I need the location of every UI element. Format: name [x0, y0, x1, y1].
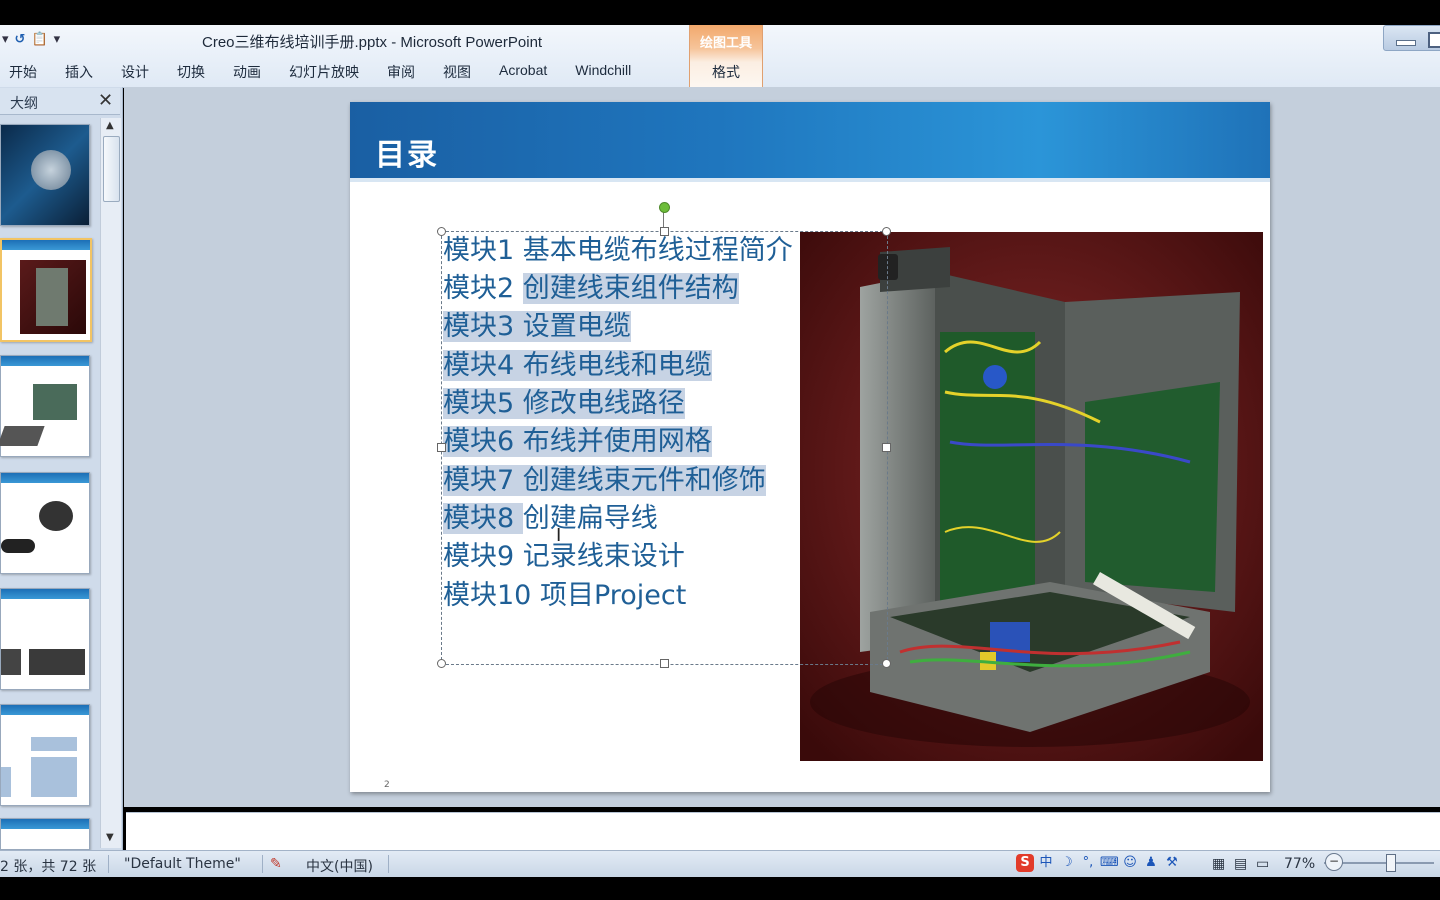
resize-handle-e[interactable]: [882, 443, 891, 452]
rotation-handle[interactable]: [659, 202, 670, 213]
chinese-mode-icon[interactable]: 中: [1037, 854, 1055, 872]
language-indicator[interactable]: 中文(中国): [306, 856, 373, 876]
tab-format[interactable]: 格式: [690, 62, 762, 82]
tab-transitions[interactable]: 切换: [177, 59, 205, 85]
tab-windchill[interactable]: Windchill: [575, 59, 631, 85]
thumbnail-header: [1, 705, 89, 715]
zoom-slider-thumb[interactable]: [1386, 854, 1396, 872]
header-strip: [350, 178, 1270, 182]
resize-handle-sw[interactable]: [437, 659, 446, 668]
scroll-up-icon[interactable]: ▲: [106, 120, 114, 131]
status-separator: [388, 855, 389, 873]
slide-title[interactable]: 目录: [375, 130, 439, 174]
thumbnail-header: [1, 473, 89, 483]
drawing-tools-label: 绘图工具: [699, 36, 752, 51]
zoom-level[interactable]: 77%: [1284, 856, 1315, 872]
drawing-tools-context-group: 绘图工具 格式: [689, 25, 763, 87]
thumbnail-image: [31, 737, 77, 751]
resize-handle-w[interactable]: [437, 443, 446, 452]
thumbnail-graphic: [31, 150, 71, 190]
slide-thumbnail-3[interactable]: [0, 355, 90, 457]
ime-toolbar: S 中 ☽ °, ⌨ ☺ ♟ ⚒: [1016, 851, 1181, 875]
tab-design[interactable]: 设计: [121, 59, 149, 85]
scroll-thumb[interactable]: [103, 136, 120, 202]
undo-icon[interactable]: ↺: [15, 32, 26, 47]
theme-name[interactable]: "Default Theme": [124, 856, 241, 872]
thumbnail-header: [1, 819, 89, 829]
status-separator: [108, 855, 109, 873]
resize-handle-ne[interactable]: [882, 227, 891, 236]
tools-icon[interactable]: ⚒: [1163, 854, 1181, 872]
thumbnail-image: [29, 649, 85, 675]
paste-icon[interactable]: 📋: [31, 32, 47, 47]
thumbnail-image: [20, 260, 86, 334]
slide-thumbnail-7[interactable]: [0, 818, 90, 850]
maximize-icon[interactable]: [1428, 32, 1440, 48]
close-icon[interactable]: ✕: [98, 90, 113, 111]
user-icon[interactable]: ☺: [1121, 854, 1139, 872]
notes-pane[interactable]: [126, 812, 1440, 851]
reading-view-icon[interactable]: ▭: [1256, 856, 1269, 872]
tab-view[interactable]: 视图: [443, 59, 471, 85]
minimize-icon[interactable]: [1396, 40, 1416, 46]
slide-thumbnail-1[interactable]: [0, 124, 90, 226]
ribbon-tabs: 开始 插入 设计 切换 动画 幻灯片放映 审阅 视图 Acrobat Windc…: [0, 59, 650, 85]
tab-slideshow[interactable]: 幻灯片放映: [289, 59, 359, 85]
tab-animations[interactable]: 动画: [233, 59, 261, 85]
keyboard-icon[interactable]: ⌨: [1100, 854, 1119, 872]
slide-header-band: [350, 102, 1270, 182]
punctuation-icon[interactable]: °,: [1079, 854, 1097, 872]
thumbnail-image: [0, 426, 45, 446]
thumbnail-image: [1, 539, 35, 553]
thumbnail-image: [39, 501, 73, 531]
scroll-down-icon[interactable]: ▼: [106, 832, 114, 843]
slides-pane-scrollbar[interactable]: ▲ ▼: [100, 118, 121, 848]
thumbnail-image: [31, 757, 77, 797]
textbox-selection-frame[interactable]: [437, 227, 891, 668]
status-separator: [262, 855, 263, 873]
moon-icon[interactable]: ☽: [1058, 854, 1076, 872]
slide-sorter-icon[interactable]: ▤: [1234, 856, 1247, 872]
sogou-logo-icon[interactable]: S: [1016, 854, 1034, 872]
slide-thumbnail-4[interactable]: [0, 472, 90, 574]
resize-handle-s[interactable]: [660, 659, 669, 668]
window-title: Creo三维布线培训手册.pptx - Microsoft PowerPoint: [202, 34, 543, 51]
normal-view-icon[interactable]: ▦: [1212, 856, 1225, 872]
outline-tab[interactable]: 大纲: [10, 93, 38, 113]
thumbnail-image: [1, 767, 11, 797]
slide-thumbnail-2[interactable]: [0, 238, 92, 342]
thumbnail-image: [1, 649, 21, 675]
customize-qat-icon[interactable]: ▾: [54, 32, 61, 47]
skin-icon[interactable]: ♟: [1142, 854, 1160, 872]
slide-thumbnail-5[interactable]: [0, 588, 90, 690]
thumbnail-header: [1, 356, 89, 366]
dropdown-arrow-icon[interactable]: ▾: [2, 32, 9, 47]
spellcheck-icon[interactable]: ✎: [270, 856, 282, 872]
thumbnail-header: [2, 240, 90, 250]
tab-acrobat[interactable]: Acrobat: [499, 59, 547, 85]
slide-count: 2 张，共 72 张: [0, 859, 97, 875]
tab-home[interactable]: 开始: [9, 59, 37, 85]
thumbnail-image: [33, 384, 77, 420]
status-bar: 2 张，共 72 张 "Default Theme" ✎ 中文(中国) ▦ ▤ …: [0, 850, 1440, 877]
tab-review[interactable]: 审阅: [387, 59, 415, 85]
slide-page-number: 2: [384, 780, 390, 790]
thumbnail-header: [1, 589, 89, 599]
slide-thumbnail-6[interactable]: [0, 704, 90, 806]
resize-handle-se[interactable]: [882, 659, 891, 668]
tab-insert[interactable]: 插入: [65, 59, 93, 85]
quick-access-toolbar: ▾ ↺ 📋 ▾: [2, 27, 60, 51]
zoom-out-icon[interactable]: −: [1325, 853, 1343, 871]
resize-handle-nw[interactable]: [437, 227, 446, 236]
window-controls: [1383, 25, 1440, 51]
resize-handle-n[interactable]: [660, 227, 669, 236]
text-cursor-icon: I: [556, 525, 562, 546]
